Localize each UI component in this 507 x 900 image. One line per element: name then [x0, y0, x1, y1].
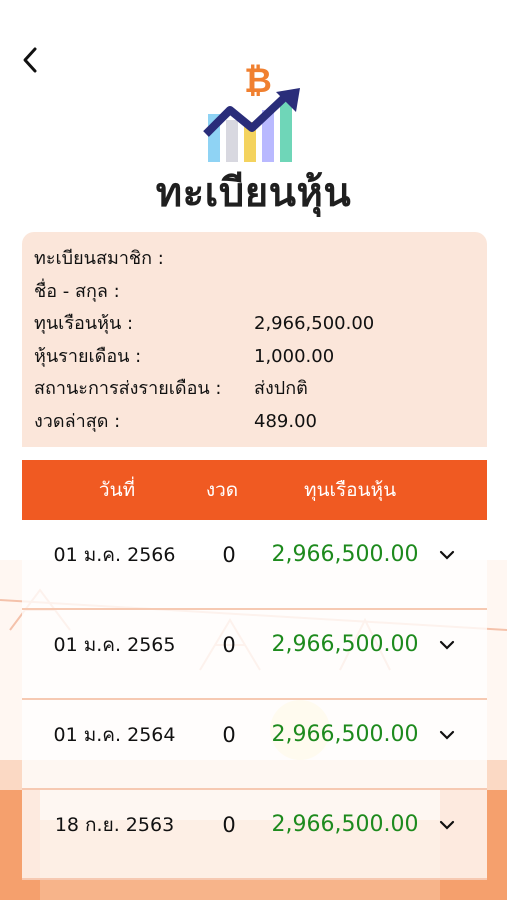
chevron-down-icon [439, 820, 455, 830]
row-date: 01 ม.ค. 2564 [53, 724, 176, 746]
row-period: 0 [222, 813, 236, 837]
row-date: 01 ม.ค. 2565 [53, 634, 176, 656]
row-amount: 2,966,500.00 [271, 812, 419, 837]
name-label: ชื่อ - สกุล : [34, 281, 120, 302]
svg-text:₿: ₿ [244, 62, 272, 101]
row-period: 0 [222, 723, 236, 747]
row-amount: 2,966,500.00 [271, 632, 419, 657]
chevron-down-icon [439, 550, 455, 560]
header-share-capital: ทุนเรือนหุ้น [303, 479, 397, 501]
chevron-down-icon [439, 640, 455, 650]
table-row[interactable]: 01 ม.ค. 2566 0 2,966,500.00 [22, 520, 487, 610]
share-capital-label: ทุนเรือนหุ้น : [34, 313, 134, 334]
monthly-share-label: หุ้นรายเดือน : [34, 346, 142, 367]
row-amount: 2,966,500.00 [271, 542, 419, 567]
expand-button[interactable] [430, 628, 464, 662]
table-header: วันที่ งวด ทุนเรือนหุ้น [22, 460, 487, 520]
expand-button[interactable] [430, 538, 464, 572]
table-row[interactable]: 01 ม.ค. 2564 0 2,966,500.00 [22, 700, 487, 790]
page-title: ทะเบียนหุ้น [155, 170, 352, 216]
monthly-status-label: สถานะการส่งรายเดือน : [34, 378, 222, 399]
chevron-left-icon [23, 47, 37, 73]
row-date: 01 ม.ค. 2566 [53, 544, 176, 566]
header-date: วันที่ [98, 479, 136, 501]
chevron-down-icon [439, 730, 455, 740]
table-row[interactable]: 01 ม.ค. 2565 0 2,966,500.00 [22, 610, 487, 700]
header-period: งวด [205, 479, 239, 501]
row-period: 0 [222, 543, 236, 567]
expand-button[interactable] [430, 718, 464, 752]
row-period: 0 [222, 633, 236, 657]
table-row[interactable]: 18 ก.ย. 2563 0 2,966,500.00 [22, 790, 487, 880]
latest-period-value: 489.00 [254, 411, 317, 432]
back-button[interactable] [12, 40, 48, 80]
member-info-card: ทะเบียนสมาชิก : ชื่อ - สกุล : ทุนเรือนหุ… [22, 232, 487, 447]
monthly-status-value: ส่งปกติ [254, 378, 308, 399]
latest-period-label: งวดล่าสุด : [34, 411, 121, 432]
share-capital-value: 2,966,500.00 [254, 313, 375, 334]
row-date: 18 ก.ย. 2563 [54, 814, 175, 836]
expand-button[interactable] [430, 808, 464, 842]
monthly-share-value: 1,000.00 [254, 346, 335, 367]
bitcoin-growth-chart-icon: ₿ [203, 62, 300, 162]
member-id-label: ทะเบียนสมาชิก : [34, 248, 164, 269]
row-amount: 2,966,500.00 [271, 722, 419, 747]
